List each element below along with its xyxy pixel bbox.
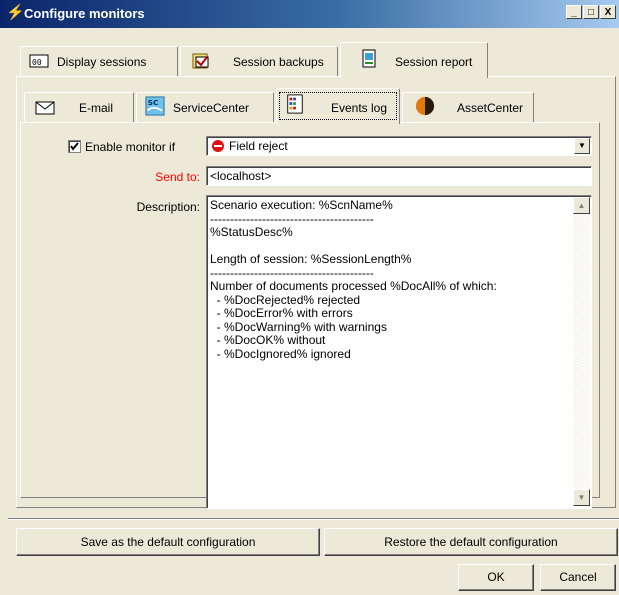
enable-monitor-checkbox[interactable] — [68, 140, 81, 153]
send-to-label: Send to: — [155, 170, 200, 184]
envelope-icon — [35, 101, 55, 115]
servicecenter-icon: SC — [145, 96, 165, 116]
svg-text:00: 00 — [32, 58, 42, 67]
tab-assetcenter[interactable]: AssetCenter — [402, 92, 534, 122]
cancel-button[interactable]: Cancel — [540, 564, 616, 591]
restore-default-button[interactable]: Restore the default configuration — [324, 528, 618, 556]
send-to-input[interactable]: <localhost> — [206, 166, 592, 186]
enable-monitor-label: Enable monitor if — [85, 140, 176, 154]
session-backups-icon — [192, 53, 209, 69]
description-label: Description: — [136, 200, 200, 214]
maximize-button[interactable]: □ — [583, 5, 599, 19]
tab-label: Display sessions — [57, 55, 147, 69]
app-icon: ⚡ — [6, 4, 25, 21]
window-title: Configure monitors — [24, 6, 145, 21]
tab-session-report[interactable]: Session report — [340, 42, 488, 78]
scroll-down-icon[interactable]: ▼ — [573, 489, 590, 506]
tab-display-sessions[interactable]: 00 Display sessions — [20, 46, 178, 76]
tab-label: E-mail — [79, 101, 114, 115]
tab-label: Session report — [395, 55, 473, 69]
tab-session-backups[interactable]: Session backups — [180, 46, 338, 76]
display-sessions-icon: 00 — [29, 54, 49, 68]
minimize-button[interactable]: _ — [566, 5, 582, 19]
tab-label: Session backups — [233, 55, 324, 69]
session-report-icon — [362, 49, 376, 68]
title-bar[interactable]: ⚡ Configure monitors _ □ X — [0, 0, 619, 28]
assetcenter-icon — [415, 96, 435, 116]
condition-select[interactable]: Field reject ▼ — [206, 136, 592, 156]
footer-divider — [8, 518, 619, 520]
tab-label: AssetCenter — [457, 101, 524, 115]
svg-text:SC: SC — [148, 98, 159, 107]
chevron-down-icon[interactable]: ▼ — [574, 138, 590, 154]
description-textarea[interactable]: Scenario execution: %ScnName% ----------… — [206, 195, 592, 509]
description-text: Scenario execution: %ScnName% ----------… — [210, 198, 497, 361]
tab-label: ServiceCenter — [173, 101, 250, 115]
field-reject-icon — [212, 140, 224, 152]
tab-events-log[interactable]: Events log — [276, 88, 400, 124]
scroll-up-icon[interactable]: ▲ — [573, 197, 590, 214]
checkmark-icon — [70, 142, 79, 151]
ok-button[interactable]: OK — [458, 564, 534, 591]
tab-label: Events log — [331, 101, 388, 115]
events-log-icon — [287, 94, 303, 114]
condition-value: Field reject — [229, 139, 288, 153]
close-button[interactable]: X — [600, 5, 616, 19]
tab-email[interactable]: E-mail — [24, 92, 134, 122]
tab-servicecenter[interactable]: SC ServiceCenter — [136, 92, 274, 122]
vertical-scrollbar[interactable]: ▲ ▼ — [573, 197, 590, 506]
send-to-value: <localhost> — [210, 169, 272, 183]
save-default-button[interactable]: Save as the default configuration — [16, 528, 320, 556]
